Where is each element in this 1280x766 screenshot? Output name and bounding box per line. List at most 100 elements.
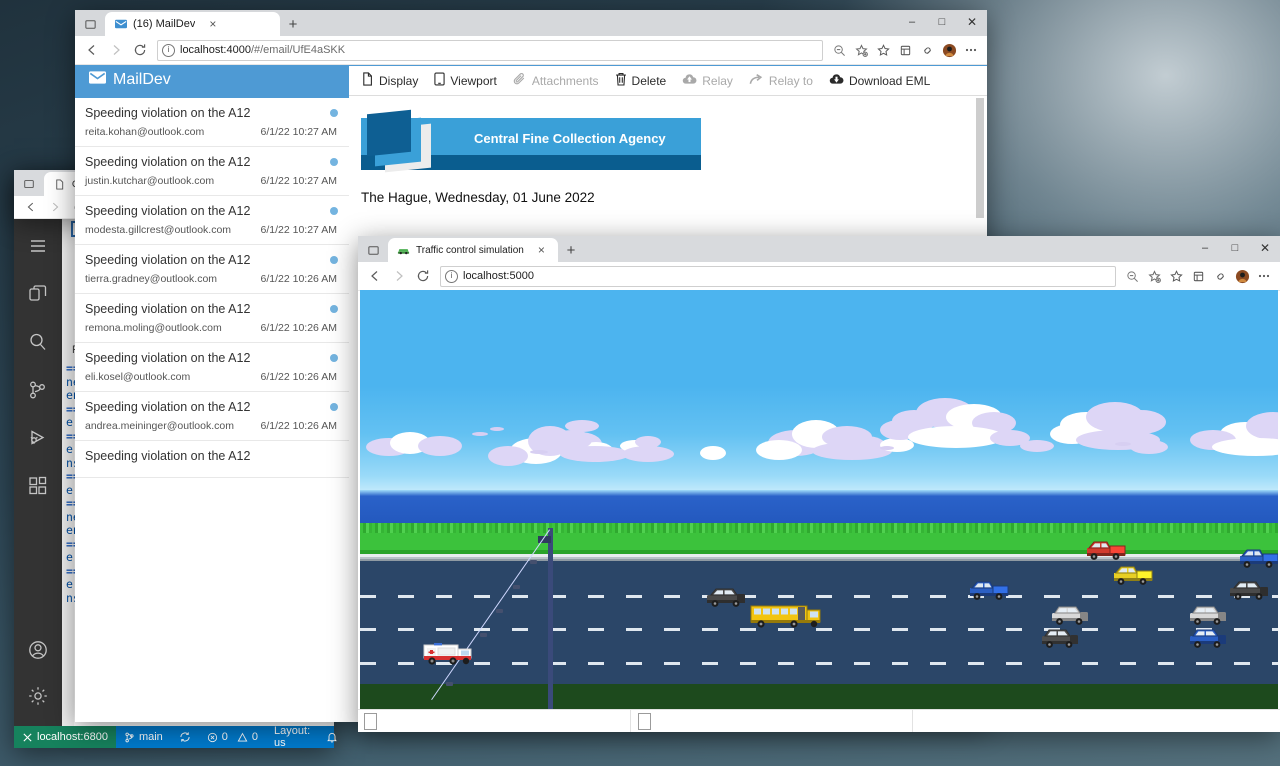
tab-list-icon[interactable] — [14, 172, 44, 196]
bottom-divider-2 — [912, 710, 913, 732]
toolbar-display-button[interactable]: Display — [361, 72, 418, 89]
email-list-item[interactable]: Speeding violation on the A12 modesta.gil… — [75, 196, 349, 245]
back-button[interactable] — [81, 39, 103, 61]
status-bell-icon[interactable] — [318, 726, 348, 748]
forward-button[interactable] — [105, 39, 127, 61]
forward-button[interactable] — [44, 196, 66, 218]
toolbar-viewport-button[interactable]: Viewport — [434, 72, 497, 89]
settings-gear-icon[interactable] — [14, 672, 62, 720]
extensions-icon[interactable] — [917, 40, 937, 60]
site-info-icon[interactable]: i — [162, 43, 175, 57]
extensions-icon[interactable] — [1210, 266, 1230, 286]
traffic-simulation-canvas[interactable] — [360, 290, 1278, 710]
favorite-add-icon[interactable] — [851, 40, 871, 60]
traffic-navbar[interactable]: i localhost:5000 — [358, 262, 1280, 291]
collections-icon[interactable] — [1188, 266, 1208, 286]
forward-button[interactable] — [388, 265, 410, 287]
placeholder-glyph-left — [364, 713, 377, 730]
favorites-icon[interactable] — [1166, 266, 1186, 286]
window-controls[interactable]: – □ ✕ — [897, 10, 987, 34]
unread-indicator — [330, 403, 338, 411]
email-sender: tierra.gradney@outlook.com — [85, 273, 218, 285]
status-error-count: 0 — [221, 731, 228, 743]
email-subject: Speeding violation on the A12 — [85, 302, 251, 316]
tab-list-icon[interactable] — [75, 12, 105, 36]
envelope-icon — [89, 71, 106, 89]
maximize-button[interactable]: □ — [927, 10, 957, 34]
tab-maildev[interactable]: (16) MailDev × — [105, 12, 280, 36]
tab-list-icon[interactable] — [358, 238, 388, 262]
close-button[interactable]: ✕ — [1250, 236, 1280, 260]
address-bar[interactable]: i localhost:4000/#/email/UfE4aSKK — [157, 39, 823, 61]
toolbar-item-label: Viewport — [450, 73, 497, 88]
extensions-icon[interactable] — [14, 462, 62, 510]
new-tab-button[interactable]: + — [280, 12, 306, 36]
search-icon[interactable] — [14, 318, 62, 366]
status-branch[interactable]: main — [116, 726, 171, 748]
status-sync-icon[interactable] — [171, 726, 199, 748]
tab-traffic-sim[interactable]: Traffic control simulation × — [388, 238, 558, 262]
status-remote-indicator[interactable]: localhost:6800 — [14, 726, 116, 748]
back-button[interactable] — [364, 265, 386, 287]
more-options-icon[interactable] — [961, 40, 981, 60]
more-options-icon[interactable] — [1254, 266, 1274, 286]
reload-button[interactable] — [129, 39, 151, 61]
maildev-navbar[interactable]: i localhost:4000/#/email/UfE4aSKK — [75, 36, 987, 65]
zoom-icon[interactable] — [829, 40, 849, 60]
tab-close-icon[interactable]: × — [538, 244, 545, 256]
minimize-button[interactable]: – — [1190, 236, 1220, 260]
email-list-item[interactable]: Speeding violation on the A12 reita.kohan… — [75, 98, 349, 147]
account-icon[interactable] — [14, 626, 62, 674]
zoom-icon[interactable] — [1122, 266, 1142, 286]
vscode-activity-bar[interactable] — [14, 216, 62, 726]
scrollbar-thumb[interactable] — [976, 98, 984, 218]
email-list-item[interactable]: Speeding violation on the A12 justin.kutc… — [75, 147, 349, 196]
vscode-status-bar[interactable]: localhost:6800 main 0 0 Layout: us — [14, 725, 337, 749]
window-controls[interactable]: – □ ✕ — [1190, 236, 1280, 260]
toolbar-download-eml-button[interactable]: Download EML — [829, 73, 930, 88]
agency-banner: Central Fine Collection Agency — [361, 109, 701, 173]
traffic-sim-browser-window[interactable]: Traffic control simulation × + – □ ✕ i l… — [358, 236, 1280, 732]
message-dateline: The Hague, Wednesday, 01 June 2022 — [361, 190, 595, 205]
status-problems[interactable]: 0 0 — [199, 726, 266, 748]
back-button[interactable] — [20, 196, 42, 218]
favorite-add-icon[interactable] — [1144, 266, 1164, 286]
email-date: 6/1/22 10:27 AM — [260, 224, 337, 236]
source-control-icon[interactable] — [14, 366, 62, 414]
maximize-button[interactable]: □ — [1220, 236, 1250, 260]
run-debug-icon[interactable] — [14, 414, 62, 462]
collections-icon[interactable] — [895, 40, 915, 60]
status-layout[interactable]: Layout: us — [266, 725, 318, 749]
email-list-item[interactable]: Speeding violation on the A12 — [75, 441, 349, 478]
email-date: 6/1/22 10:27 AM — [260, 175, 337, 187]
vehicle-pickup — [968, 579, 1012, 606]
reload-button[interactable] — [412, 265, 434, 287]
new-tab-button[interactable]: + — [558, 238, 584, 262]
vehicle-hatchback — [1040, 627, 1082, 654]
maildev-brand[interactable]: MailDev — [75, 71, 349, 89]
email-list-item[interactable]: Speeding violation on the A12 andrea.mein… — [75, 392, 349, 441]
email-sender: remona.moling@outlook.com — [85, 322, 222, 334]
close-button[interactable]: ✕ — [957, 10, 987, 34]
menu-icon[interactable] — [14, 222, 62, 270]
toolbar-item-label: Delete — [631, 73, 667, 88]
email-list-item[interactable]: Speeding violation on the A12 eli.kosel@o… — [75, 343, 349, 392]
explorer-icon[interactable] — [14, 270, 62, 318]
address-bar[interactable]: i localhost:5000 — [440, 265, 1116, 287]
email-date: 6/1/22 10:27 AM — [260, 126, 337, 138]
profile-avatar[interactable] — [939, 40, 959, 60]
profile-avatar[interactable] — [1232, 266, 1252, 286]
toolbar-delete-button[interactable]: Delete — [615, 72, 667, 89]
email-list-item[interactable]: Speeding violation on the A12 tierra.grad… — [75, 245, 349, 294]
favorites-icon[interactable] — [873, 40, 893, 60]
site-info-icon[interactable]: i — [445, 269, 458, 283]
maildev-message-toolbar[interactable]: Display Viewport Attachments Delete Relay Rel… — [349, 66, 987, 96]
email-meta: eli.kosel@outlook.com 6/1/22 10:26 AM — [85, 371, 337, 383]
email-meta: remona.moling@outlook.com 6/1/22 10:26 AM — [85, 322, 337, 334]
vehicle-sedan — [1228, 579, 1272, 606]
maildev-email-list[interactable]: Speeding violation on the A12 reita.kohan… — [75, 98, 350, 722]
status-layout-label: Layout: us — [274, 725, 311, 749]
tab-close-icon[interactable]: × — [209, 18, 216, 30]
email-list-item[interactable]: Speeding violation on the A12 remona.moli… — [75, 294, 349, 343]
minimize-button[interactable]: – — [897, 10, 927, 34]
